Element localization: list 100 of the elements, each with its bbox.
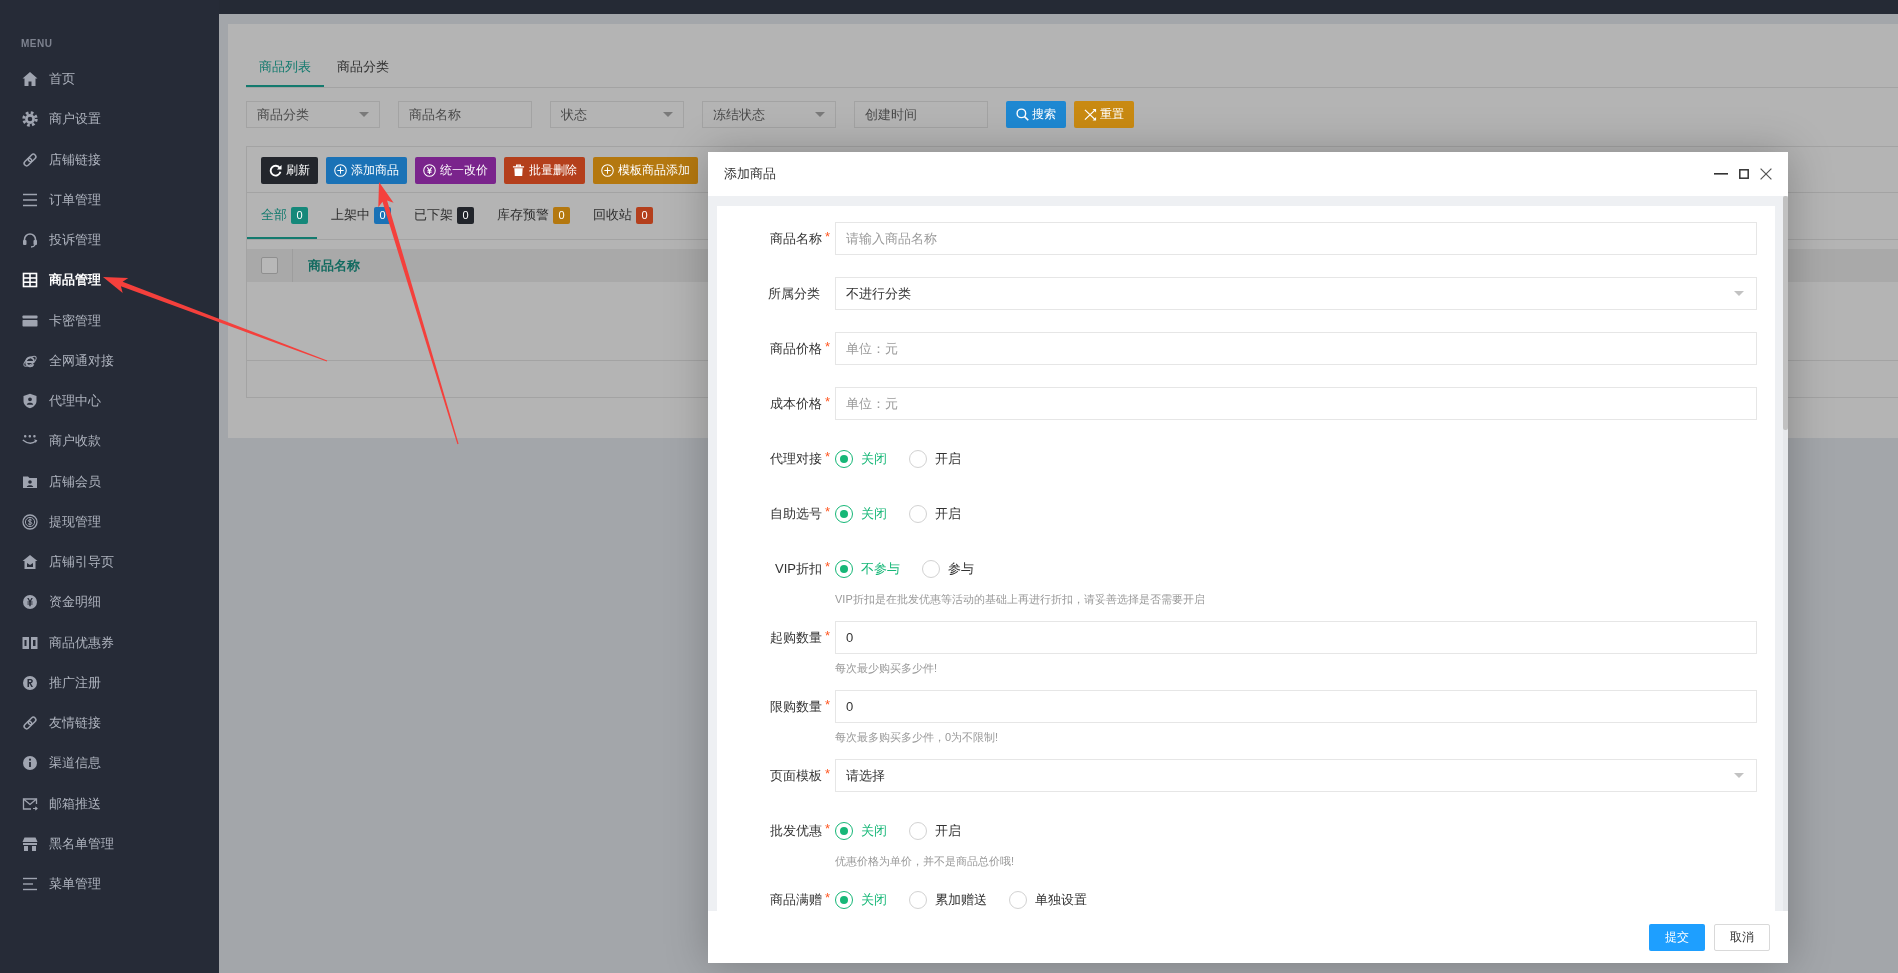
sidebar-item[interactable]: 友情链接 bbox=[0, 703, 219, 744]
text-field[interactable]: 0 bbox=[835, 690, 1757, 723]
info-icon bbox=[22, 755, 38, 772]
field-label: 所属分类 bbox=[768, 284, 820, 303]
sidebar-item[interactable]: 渠道信息 bbox=[0, 743, 219, 784]
house-icon bbox=[22, 554, 38, 571]
dropdown-caret-icon bbox=[359, 112, 369, 117]
field-label: VIP折扣 bbox=[774, 559, 822, 578]
envelope-icon bbox=[22, 795, 38, 812]
trash-icon bbox=[512, 164, 525, 177]
filter-input[interactable]: 创建时间 bbox=[854, 101, 988, 128]
sidebar-item[interactable]: 商户收款 bbox=[0, 421, 219, 462]
field-label: 限购数量 bbox=[769, 697, 822, 716]
dropdown-caret-icon bbox=[1734, 291, 1744, 296]
sidebar-item[interactable]: 商品优惠券 bbox=[0, 622, 219, 663]
filter-dropdown[interactable]: 冻结状态 bbox=[702, 101, 836, 128]
gear-icon bbox=[22, 111, 38, 128]
text-field[interactable]: 请输入商品名称 bbox=[835, 222, 1757, 255]
sidebar-item[interactable]: 代理中心 bbox=[0, 381, 219, 422]
sidebar-item[interactable]: 黑名单管理 bbox=[0, 823, 219, 864]
toolbar-button[interactable]: 统一改价 bbox=[415, 157, 496, 184]
dropdown-caret-icon bbox=[663, 112, 673, 117]
radio-option[interactable]: 参与 bbox=[922, 559, 974, 578]
required-mark: * bbox=[824, 504, 830, 519]
required-mark: * bbox=[824, 628, 830, 643]
status-tab[interactable]: 全部 0 bbox=[247, 193, 317, 239]
required-mark: * bbox=[824, 339, 830, 354]
page-tab[interactable]: 商品分类 bbox=[324, 48, 402, 87]
sidebar-item[interactable]: 店铺链接 bbox=[0, 139, 219, 180]
crossed-arrows-icon bbox=[1084, 108, 1097, 121]
field-hint: 每次最多购买多少件，0为不限制! bbox=[835, 730, 1000, 745]
toolbar-button[interactable]: 添加商品 bbox=[326, 157, 407, 184]
required-mark: * bbox=[824, 559, 830, 574]
radio-option[interactable]: 累加赠送 bbox=[909, 890, 987, 909]
filter-dropdown[interactable]: 状态 bbox=[550, 101, 684, 128]
field-label: 代理对接 bbox=[769, 449, 822, 468]
count-badge: 0 bbox=[553, 206, 570, 224]
sidebar-item[interactable]: 订单管理 bbox=[0, 179, 219, 220]
dropdown-field[interactable]: 请选择 bbox=[835, 759, 1757, 792]
sidebar-item[interactable]: 推广注册 bbox=[0, 662, 219, 703]
search-icon bbox=[1016, 108, 1029, 121]
maximize-icon[interactable] bbox=[1739, 169, 1749, 179]
count-badge: 0 bbox=[457, 206, 474, 224]
field-label: 商品名称 bbox=[769, 229, 822, 248]
field-label: 商品价格 bbox=[769, 339, 822, 358]
field-label: 页面模板 bbox=[769, 766, 822, 785]
sidebar-item[interactable]: 邮箱推送 bbox=[0, 783, 219, 824]
status-tab[interactable]: 已下架 0 bbox=[400, 193, 483, 239]
text-field[interactable]: 0 bbox=[835, 621, 1757, 654]
menu-heading: MENU bbox=[21, 37, 53, 51]
field-hint: 每次最少购买多少件! bbox=[835, 661, 939, 676]
radio-option[interactable]: 单独设置 bbox=[1009, 890, 1087, 909]
toolbar-button[interactable]: 模板商品添加 bbox=[593, 157, 698, 184]
count-badge: 0 bbox=[636, 206, 653, 224]
headset-icon bbox=[22, 232, 38, 249]
status-tab[interactable]: 库存预警 0 bbox=[483, 193, 579, 239]
sidebar-item[interactable]: 资金明细 bbox=[0, 582, 219, 623]
required-mark: * bbox=[824, 394, 830, 409]
sidebar-item[interactable]: 店铺会员 bbox=[0, 461, 219, 502]
sidebar-item[interactable]: 卡密管理 bbox=[0, 300, 219, 341]
required-mark: * bbox=[824, 229, 830, 244]
sidebar-item[interactable]: 店铺引导页 bbox=[0, 542, 219, 583]
scrollbar-thumb[interactable] bbox=[1783, 196, 1788, 430]
field-label: 起购数量 bbox=[769, 628, 822, 647]
required-mark: * bbox=[824, 821, 830, 836]
plus-circle-icon bbox=[334, 164, 347, 177]
select-all-checkbox[interactable] bbox=[261, 257, 278, 274]
count-badge: 0 bbox=[291, 206, 308, 224]
radio-option[interactable]: 开启 bbox=[909, 504, 961, 523]
sidebar-item[interactable]: 菜单管理 bbox=[0, 864, 219, 905]
sidebar-item[interactable]: 商户设置 bbox=[0, 99, 219, 140]
sidebar-item[interactable]: 投诉管理 bbox=[0, 220, 219, 261]
cancel-button[interactable]: 取消 bbox=[1714, 923, 1770, 951]
status-tab[interactable]: 回收站 0 bbox=[579, 193, 662, 239]
field-hint: 优惠价格为单价，并不是商品总价哦! bbox=[835, 854, 1016, 869]
required-mark: * bbox=[824, 890, 830, 905]
sidebar-item[interactable]: 商品管理 bbox=[0, 260, 219, 301]
field-label: 商品满赠 bbox=[769, 890, 822, 909]
toolbar-button[interactable]: 刷新 bbox=[261, 157, 318, 184]
required-mark: * bbox=[824, 449, 830, 464]
filter-input[interactable]: 商品名称 bbox=[398, 101, 532, 128]
toolbar-button[interactable]: 批量删除 bbox=[504, 157, 585, 184]
filter-dropdown[interactable]: 商品分类 bbox=[246, 101, 380, 128]
radio-option[interactable]: 开启 bbox=[909, 449, 961, 468]
minimize-icon[interactable] bbox=[1714, 173, 1728, 175]
sidebar-item[interactable]: 全网通对接 bbox=[0, 340, 219, 381]
sidebar-item[interactable]: 首页 bbox=[0, 59, 219, 100]
scrollbar[interactable] bbox=[1783, 196, 1788, 911]
table-icon bbox=[22, 272, 38, 289]
sidebar-item[interactable]: 提现管理 bbox=[0, 501, 219, 542]
text-field[interactable]: 单位：元 bbox=[835, 387, 1757, 420]
close-icon[interactable] bbox=[1760, 168, 1772, 180]
dollar-coin-icon bbox=[22, 513, 38, 530]
field-label: 自助选号 bbox=[769, 504, 822, 523]
circle-r-icon bbox=[22, 674, 38, 691]
dropdown-field[interactable]: 不进行分类 bbox=[835, 277, 1757, 310]
text-field[interactable]: 单位：元 bbox=[835, 332, 1757, 365]
storefront-icon bbox=[22, 835, 38, 852]
radio-option[interactable]: 开启 bbox=[909, 821, 961, 840]
search-button[interactable]: 搜索 bbox=[1006, 101, 1066, 128]
